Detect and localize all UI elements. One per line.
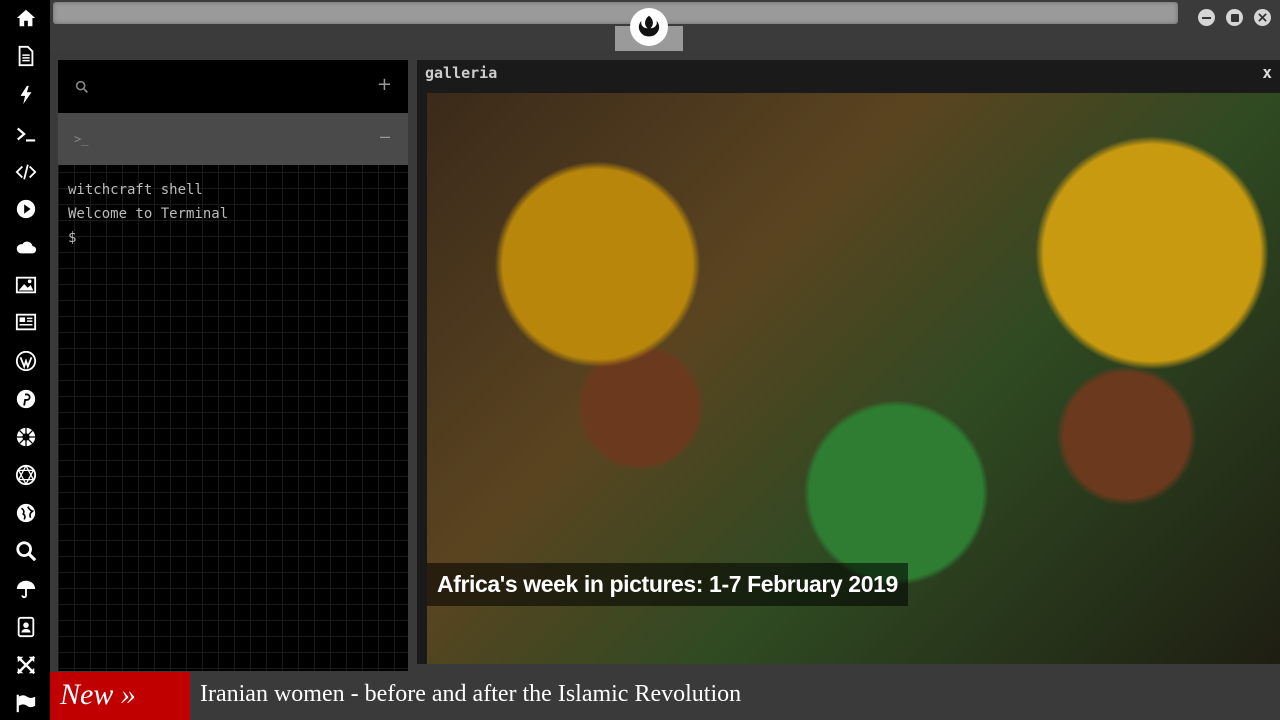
flag-icon[interactable] (13, 690, 39, 716)
close-button[interactable] (1254, 9, 1271, 26)
ticker-tag: New » (50, 672, 190, 720)
terminal-output[interactable]: witchcraft shell Welcome to Terminal $ (68, 178, 228, 250)
terminal-search-row[interactable]: + (58, 60, 408, 113)
photo-caption[interactable]: Africa's week in pictures: 1-7 February … (427, 563, 908, 606)
add-terminal-button[interactable]: + (377, 74, 392, 95)
ticker-headline[interactable]: Iranian women - before and after the Isl… (200, 681, 741, 708)
contacts-icon[interactable] (13, 614, 39, 640)
collapse-terminal-button[interactable]: – (380, 126, 390, 147)
terminal-tab[interactable]: >_ – (58, 113, 408, 165)
image-icon[interactable] (13, 272, 39, 298)
rebel-alliance-icon (630, 8, 668, 46)
gallery-close-button[interactable]: x (1262, 63, 1272, 82)
cloud-icon[interactable] (13, 234, 39, 260)
terminal-line: witchcraft shell (68, 182, 203, 198)
home-icon[interactable] (13, 5, 39, 31)
network-icon[interactable] (13, 462, 39, 488)
search-icon[interactable] (74, 79, 90, 95)
terminal-panel: + >_ – witchcraft shell Welcome to Termi… (58, 60, 408, 671)
play-icon[interactable] (13, 196, 39, 222)
maximize-button[interactable] (1226, 9, 1243, 26)
wordpress-icon[interactable] (13, 348, 39, 374)
pinterest-icon[interactable] (13, 386, 39, 412)
address-bar[interactable] (53, 2, 1178, 24)
search-icon[interactable] (13, 538, 39, 564)
galactic-empire-icon[interactable] (13, 424, 39, 450)
terminal-icon[interactable] (13, 121, 39, 147)
gallery-title: galleria (425, 64, 498, 82)
document-icon[interactable] (13, 43, 39, 69)
bolt-icon[interactable] (13, 82, 39, 108)
code-icon[interactable] (13, 159, 39, 185)
prompt-icon: >_ (74, 132, 89, 146)
news-ticker: New » Iranian women - before and after t… (50, 672, 1280, 720)
terminal-prompt: $ (68, 230, 77, 246)
gallery-panel: galleria x Africa's week in pictures: 1-… (417, 60, 1280, 664)
gallery-photo[interactable]: Africa's week in pictures: 1-7 February … (427, 93, 1280, 664)
umbrella-icon[interactable] (13, 576, 39, 602)
expand-icon[interactable] (13, 652, 39, 678)
minimize-button[interactable] (1198, 9, 1215, 26)
globe-icon[interactable] (13, 500, 39, 526)
window-topbar (50, 0, 1280, 52)
terminal-line: Welcome to Terminal (68, 206, 229, 222)
newspaper-icon[interactable] (13, 309, 39, 335)
sidebar (0, 0, 50, 720)
